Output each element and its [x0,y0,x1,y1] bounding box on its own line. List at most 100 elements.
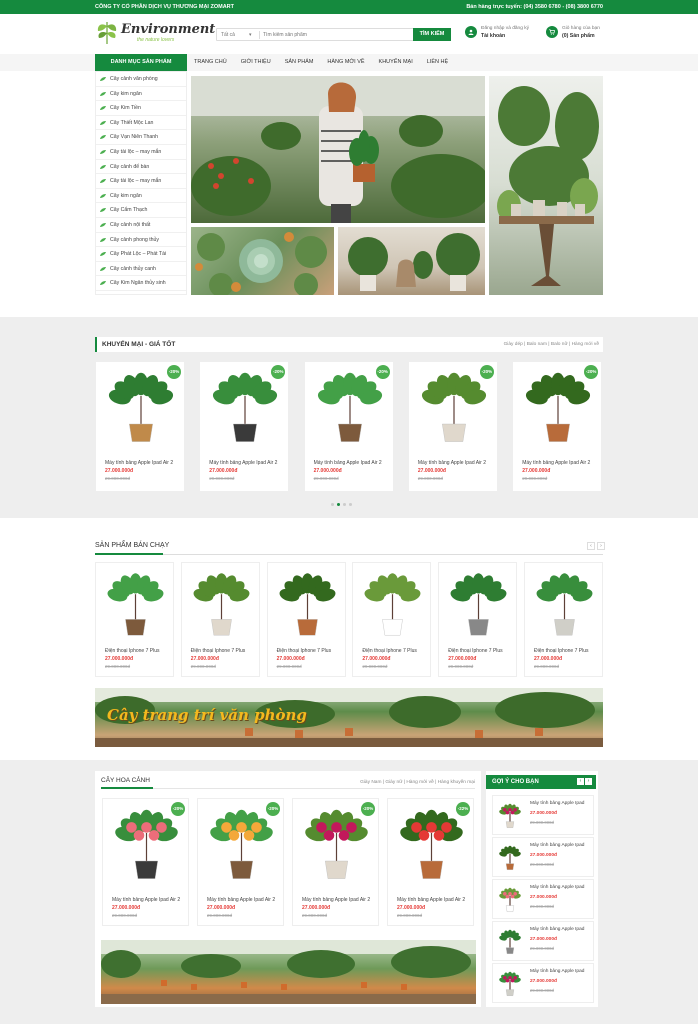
product-name[interactable]: Máy tính bảng Apple Ipad Air 2 [302,897,370,903]
hero-main-image[interactable] [191,76,485,223]
sidebar-item[interactable]: Cây Thiết Mộc Lan [96,116,186,131]
product-card[interactable]: Điện thoại Iphone 7 Plus 27.000.000đ 29.00… [95,562,174,677]
product-name[interactable]: Điện thoại Iphone 7 Plus [534,648,588,654]
suggestion-name[interactable]: Máy tính bảng Apple Ipad [530,801,584,806]
product-card[interactable]: Điện thoại Iphone 7 Plus 27.000.000đ 29.00… [180,562,260,677]
suggestion-thumb[interactable] [497,802,523,830]
product-card[interactable]: -20% Máy tính bảng Apple Ipad Air 2 27.000… [407,361,498,492]
product-card[interactable]: -20% Máy tính bảng Apple Ipad Air 2 27.000… [292,798,379,926]
product-name[interactable]: Điện thoại Iphone 7 Plus [448,648,502,654]
suggestion-thumb[interactable] [497,928,523,956]
product-image[interactable] [206,368,282,448]
carousel-dot[interactable] [349,503,352,506]
next-arrow-icon[interactable]: › [597,542,605,550]
sidebar-item[interactable]: Cây kim ngân [96,189,186,204]
nav-item[interactable]: GIỚI THIỆU [241,54,271,71]
sidebar-item[interactable]: Cây Cẩm Thạch [96,203,186,218]
product-name[interactable]: Máy tính bảng Apple Ipad Air 2 [522,460,590,466]
sidebar-item[interactable]: Cây kim ngân [96,87,186,102]
suggestion-name[interactable]: Máy tính bảng Apple Ipad [530,843,584,848]
product-image[interactable] [102,368,178,448]
office-plants-banner[interactable]: Cây trang trí văn phòng [95,688,603,747]
product-image[interactable] [274,569,339,641]
sidebar-item[interactable]: Cây tài lộc – may mắn [96,174,186,189]
product-name[interactable]: Điện thoại Iphone 7 Plus [362,648,416,654]
sidebar-item[interactable]: Cây Kim Ngân thủy sinh [96,276,186,291]
sidebar-item[interactable]: Cây cảnh nội thất [96,218,186,233]
next-arrow-icon[interactable]: › [585,778,592,785]
product-card[interactable]: -20% Máy tính bảng Apple Ipad Air 2 27.000… [95,361,185,492]
product-name[interactable]: Điện thoại Iphone 7 Plus [105,648,159,654]
product-image[interactable] [109,805,182,885]
suggestion-item[interactable]: Máy tính bảng Apple Ipad 27.000.000đ 29.00… [492,879,594,919]
suggestion-name[interactable]: Máy tính bảng Apple Ipad [530,969,584,974]
product-card[interactable]: -22% Máy tính bảng Apple Ipad Air 2 27.000… [387,798,474,926]
suggestion-name[interactable]: Máy tính bảng Apple Ipad [530,885,584,890]
product-name[interactable]: Điện thoại Iphone 7 Plus [191,648,245,654]
suggestion-thumb[interactable] [497,886,523,914]
suggestion-item[interactable]: Máy tính bảng Apple Ipad 27.000.000đ 29.00… [492,921,594,961]
sidebar-item[interactable]: Cây Vạn Niên Thanh [96,130,186,145]
product-image[interactable] [445,569,510,641]
carousel-dot-active[interactable] [337,503,340,506]
nav-item[interactable]: KHUYẾN MẠI [379,54,413,71]
product-card[interactable]: -20% Máy tính bảng Apple Ipad Air 2 27.000… [303,361,394,492]
product-image[interactable] [519,368,595,448]
nav-item[interactable]: TRANG CHỦ [194,54,227,71]
hero-side-image[interactable] [489,76,603,295]
product-image[interactable] [311,368,387,448]
prev-arrow-icon[interactable]: ‹ [577,778,584,785]
sidebar-item[interactable]: Cây cảnh thủy canh [96,262,186,277]
suggestion-item[interactable]: Máy tính bảng Apple Ipad 27.000.000đ 29.00… [492,795,594,835]
sidebar-item[interactable]: Cây Kim Tiền [96,101,186,116]
product-image[interactable] [531,569,596,641]
hero-interior-image[interactable] [338,227,485,295]
product-card[interactable]: Điện thoại Iphone 7 Plus 27.000.000đ 29.00… [524,562,603,677]
flowers-filter-links[interactable]: Giày Nam | Giày nữ | Hàng mới về | Hàng … [360,780,475,785]
suggestion-thumb[interactable] [497,970,523,998]
search-button[interactable]: TÌM KIẾM [413,28,451,41]
sidebar-item[interactable]: Cây cảnh để bàn [96,160,186,175]
promo-filter-links[interactable]: Giày dép | Balo nam | Balo nữ | Hàng mới… [504,342,599,347]
nav-item[interactable]: SẢN PHẨM [285,54,314,71]
product-name[interactable]: Máy tính bảng Apple Ipad Air 2 [314,460,382,466]
suggestion-item[interactable]: Máy tính bảng Apple Ipad 27.000.000đ 29.00… [492,963,594,1003]
product-card[interactable]: Điện thoại Iphone 7 Plus 27.000.000đ 29.00… [352,562,432,677]
product-name[interactable]: Máy tính bảng Apple Ipad Air 2 [209,460,277,466]
product-name[interactable]: Máy tính bảng Apple Ipad Air 2 [112,897,180,903]
hotline[interactable]: Bán hàng trực tuyến: (04) 3580 6780 - (0… [466,4,603,10]
sidebar-item[interactable]: Cây tài lộc – may mắn [96,145,186,160]
product-name[interactable]: Máy tính bảng Apple Ipad Air 2 [397,897,465,903]
suggestion-thumb[interactable] [497,844,523,872]
flowers-bottom-banner[interactable] [101,940,476,1004]
product-image[interactable] [359,569,424,641]
nav-item[interactable]: HÀNG MỚI VỀ [327,54,364,71]
suggestion-name[interactable]: Máy tính bảng Apple Ipad [530,927,584,932]
nav-item[interactable]: LIÊN HỆ [427,54,448,71]
product-card[interactable]: -20% Máy tính bảng Apple Ipad Air 2 27.000… [512,361,603,492]
product-card[interactable]: Điện thoại Iphone 7 Plus 27.000.000đ 29.00… [438,562,518,677]
product-card[interactable]: Điện thoại Iphone 7 Plus 27.000.000đ 29.00… [266,562,346,677]
category-menu-toggle[interactable]: DANH MỤC SẢN PHẨM [95,54,187,71]
product-image[interactable] [394,805,467,885]
sidebar-item[interactable]: Cây cảnh phong thủy [96,233,186,248]
product-card[interactable]: -20% Máy tính bảng Apple Ipad Air 2 27.000… [199,361,290,492]
product-name[interactable]: Điện thoại Iphone 7 Plus [277,648,331,654]
carousel-dot[interactable] [331,503,334,506]
product-image[interactable] [188,569,253,641]
site-logo[interactable]: Environment the nature lovers [95,20,215,48]
product-name[interactable]: Máy tính bảng Apple Ipad Air 2 [207,897,275,903]
carousel-dot[interactable] [343,503,346,506]
product-card[interactable]: -20% Máy tính bảng Apple Ipad Air 2 27.000… [197,798,284,926]
product-image[interactable] [415,368,491,448]
product-name[interactable]: Máy tính bảng Apple Ipad Air 2 [105,460,173,466]
hero-succulent-image[interactable] [191,227,334,295]
search-category-select[interactable]: Tất cả [221,32,257,38]
product-image[interactable] [102,569,167,641]
product-name[interactable]: Máy tính bảng Apple Ipad Air 2 [418,460,486,466]
suggestion-item[interactable]: Máy tính bảng Apple Ipad 27.000.000đ 29.00… [492,837,594,877]
sidebar-item[interactable]: Cây cảnh văn phòng [96,72,186,87]
product-card[interactable]: -20% Máy tính bảng Apple Ipad Air 2 27.000… [102,798,189,926]
product-image[interactable] [299,805,372,885]
sidebar-item[interactable]: Cây Phát Lộc – Phát Tài [96,247,186,262]
